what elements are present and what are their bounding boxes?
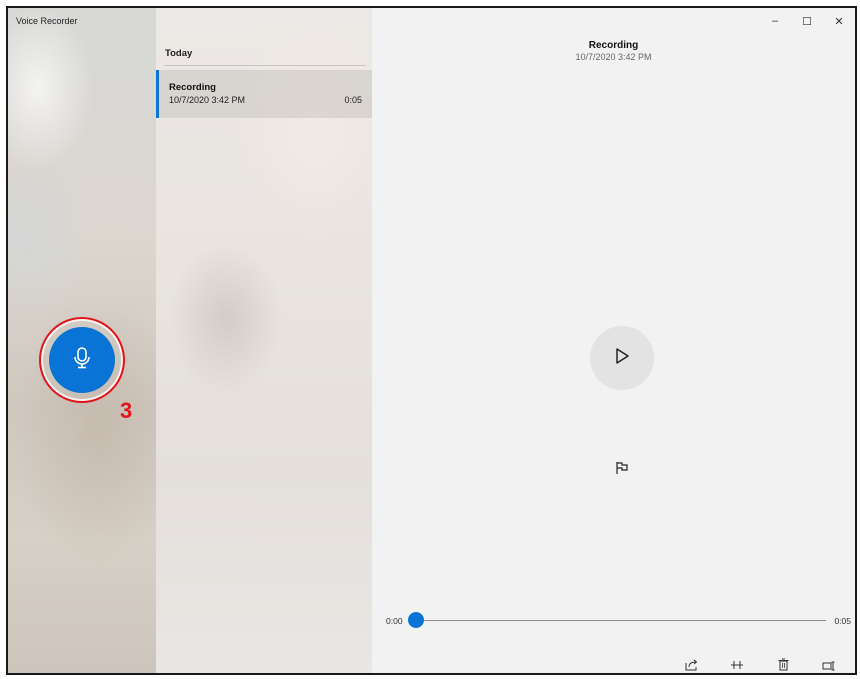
app-title: Voice Recorder <box>16 16 78 26</box>
seek-track[interactable] <box>412 620 826 621</box>
play-button[interactable] <box>590 326 654 390</box>
recording-duration: 0:05 <box>344 95 362 105</box>
close-button[interactable]: ✕ <box>823 12 855 30</box>
playback-title: Recording <box>588 40 639 51</box>
playback-pane: – ☐ ✕ Recording 10/7/2020 3:42 PM 0:00 0… <box>372 8 855 673</box>
more-button[interactable] <box>852 658 855 673</box>
maximize-button[interactable]: ☐ <box>791 12 823 30</box>
delete-button[interactable] <box>760 658 806 673</box>
share-button[interactable] <box>668 658 714 673</box>
rename-icon <box>822 658 836 673</box>
annotation-number: 3 <box>120 398 133 423</box>
flag-icon <box>615 461 629 480</box>
time-total: 0:05 <box>834 616 851 626</box>
share-icon <box>685 658 698 673</box>
playback-date: 10/7/2020 3:42 PM <box>575 52 652 62</box>
add-marker-button[interactable] <box>611 459 633 481</box>
time-elapsed: 0:00 <box>386 616 403 626</box>
trim-button[interactable] <box>714 658 760 673</box>
seek-thumb[interactable] <box>408 612 424 628</box>
group-divider <box>164 65 366 66</box>
record-pane: Voice Recorder 3 <box>8 8 156 673</box>
group-header-today: Today <box>165 48 193 59</box>
app-window: Voice Recorder 3 Today Recording 10/7/20… <box>6 6 857 675</box>
microphone-icon <box>72 346 92 375</box>
list-item[interactable]: Recording 10/7/2020 3:42 PM 0:05 <box>156 70 372 118</box>
window-controls: – ☐ ✕ <box>759 12 855 30</box>
record-button[interactable] <box>49 327 115 393</box>
rename-button[interactable] <box>806 658 852 673</box>
command-bar <box>668 658 855 673</box>
recordings-list: Today Recording 10/7/2020 3:42 PM 0:05 <box>156 8 372 673</box>
minimize-button[interactable]: – <box>759 12 791 30</box>
recording-name: Recording <box>169 82 216 93</box>
trim-icon <box>730 658 744 673</box>
recording-date: 10/7/2020 3:42 PM <box>169 95 246 105</box>
delete-icon <box>778 658 789 673</box>
play-icon <box>614 347 630 370</box>
